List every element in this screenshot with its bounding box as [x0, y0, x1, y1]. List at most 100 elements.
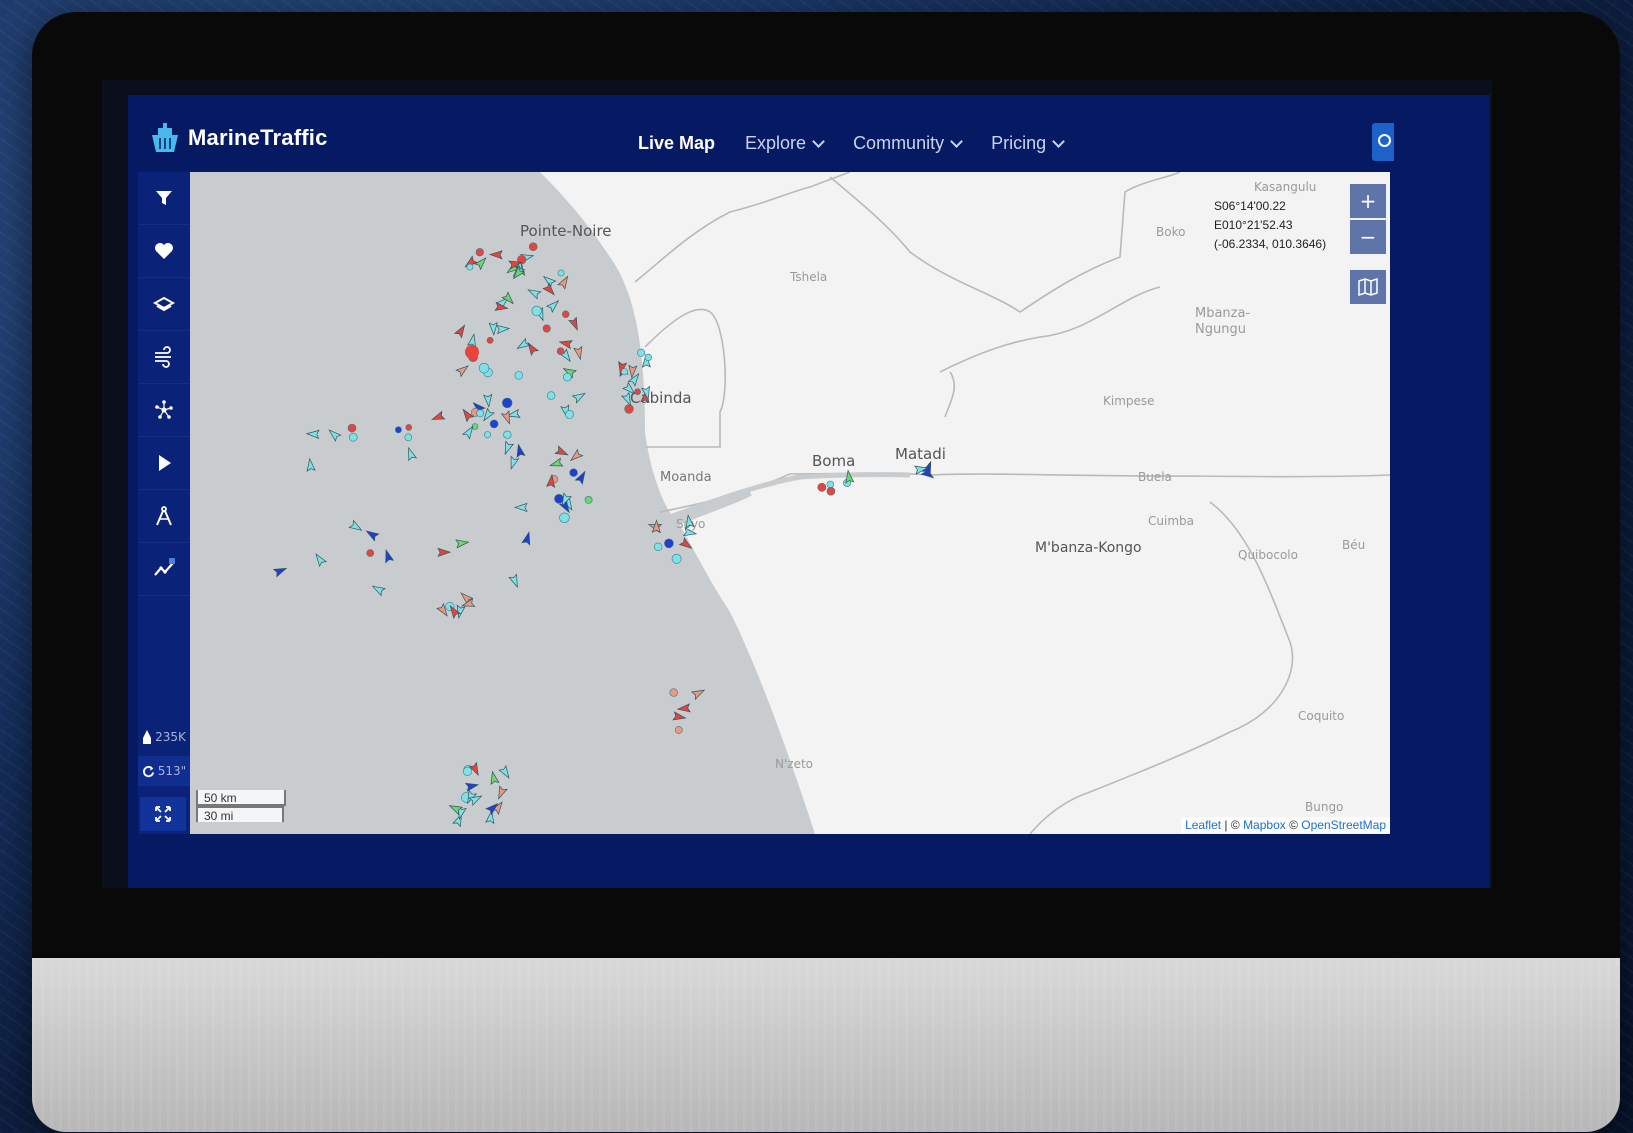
zoom-out-button[interactable]: − — [1350, 220, 1386, 254]
moving-vessel-marker[interactable] — [690, 687, 706, 700]
anchored-vessel-marker[interactable] — [557, 269, 565, 277]
moving-vessel-marker[interactable] — [382, 548, 395, 564]
analytics-button[interactable] — [138, 543, 190, 596]
density-button[interactable] — [138, 384, 190, 437]
anchored-vessel-marker[interactable] — [394, 426, 402, 434]
measure-button[interactable] — [138, 490, 190, 543]
anchored-vessel-marker[interactable] — [817, 482, 827, 492]
moving-vessel-marker[interactable] — [525, 341, 539, 356]
anchored-vessel-marker[interactable] — [653, 542, 663, 551]
anchored-vessel-marker[interactable] — [528, 242, 538, 251]
moving-vessel-marker[interactable] — [501, 440, 515, 456]
weather-button[interactable] — [138, 331, 190, 384]
refresh-timer[interactable]: 513" — [138, 756, 190, 786]
moving-vessel-marker[interactable] — [571, 390, 587, 404]
moving-vessel-marker[interactable] — [568, 448, 584, 464]
nav-explore[interactable]: Explore — [745, 133, 825, 154]
anchored-vessel-marker[interactable] — [637, 348, 646, 357]
favorites-button[interactable] — [138, 225, 190, 278]
anchored-vessel-marker[interactable] — [664, 538, 674, 549]
moving-vessel-marker[interactable] — [453, 323, 468, 339]
moving-vessel-marker[interactable] — [521, 531, 533, 546]
moving-vessel-marker[interactable] — [568, 316, 581, 331]
anchored-vessel-marker[interactable] — [462, 766, 473, 777]
mapbox-link[interactable]: Mapbox — [1243, 818, 1286, 832]
moving-vessel-marker[interactable] — [455, 538, 470, 549]
anchored-vessel-marker[interactable] — [554, 493, 564, 504]
anchored-vessel-marker[interactable] — [503, 430, 512, 439]
anchored-vessel-marker[interactable] — [514, 371, 523, 380]
moving-vessel-marker[interactable] — [371, 583, 386, 597]
anchored-vessel-marker[interactable] — [826, 480, 834, 489]
moving-vessel-marker[interactable] — [327, 427, 342, 442]
moving-vessel-marker[interactable] — [508, 573, 521, 589]
anchored-vessel-marker[interactable] — [475, 248, 484, 257]
anchored-vessel-marker[interactable] — [404, 433, 413, 442]
anchored-vessel-marker[interactable] — [620, 368, 628, 376]
moving-vessel-marker[interactable] — [496, 324, 511, 335]
logo[interactable]: MarineTraffic — [148, 121, 328, 155]
moving-vessel-marker[interactable] — [431, 410, 446, 423]
fullscreen-button[interactable] — [140, 797, 186, 831]
anchored-vessel-marker[interactable] — [348, 432, 358, 442]
moving-vessel-marker[interactable] — [489, 770, 500, 786]
anchored-vessel-marker[interactable] — [826, 486, 836, 496]
anchored-vessel-marker[interactable] — [466, 263, 474, 271]
openstreetmap-link[interactable]: OpenStreetMap — [1301, 818, 1386, 832]
anchored-vessel-marker[interactable] — [644, 353, 652, 361]
moving-vessel-marker[interactable] — [348, 519, 363, 534]
moving-vessel-marker[interactable] — [554, 445, 569, 458]
moving-vessel-marker[interactable] — [495, 785, 508, 800]
moving-vessel-marker[interactable] — [507, 455, 520, 471]
anchored-vessel-marker[interactable] — [562, 372, 572, 382]
anchored-vessel-marker[interactable] — [405, 424, 413, 431]
anchored-vessel-marker[interactable] — [565, 409, 574, 419]
moving-vessel-marker[interactable] — [678, 537, 694, 552]
moving-vessel-marker[interactable] — [515, 337, 531, 352]
moving-vessel-marker[interactable] — [466, 333, 478, 348]
moving-vessel-marker[interactable] — [682, 527, 698, 538]
anchored-vessel-marker[interactable] — [584, 495, 593, 504]
moving-vessel-marker[interactable] — [364, 528, 380, 542]
moving-vessel-marker[interactable] — [573, 345, 584, 361]
nav-community[interactable]: Community — [853, 133, 963, 154]
moving-vessel-marker[interactable] — [549, 457, 564, 469]
leaflet-link[interactable]: Leaflet — [1185, 818, 1221, 832]
nav-pricing[interactable]: Pricing — [991, 133, 1065, 154]
moving-vessel-marker[interactable] — [272, 565, 288, 578]
anchored-vessel-marker[interactable] — [669, 688, 678, 697]
zoom-in-button[interactable]: + — [1350, 184, 1386, 218]
anchored-vessel-marker[interactable] — [502, 397, 513, 409]
moving-vessel-marker[interactable] — [515, 443, 526, 458]
moving-vessel-marker[interactable] — [542, 282, 557, 297]
moving-vessel-marker[interactable] — [684, 514, 695, 529]
moving-vessel-marker[interactable] — [545, 298, 561, 313]
moving-vessel-marker[interactable] — [313, 552, 328, 568]
anchored-vessel-marker[interactable] — [531, 305, 542, 316]
moving-vessel-marker[interactable] — [672, 711, 687, 722]
moving-vessel-marker[interactable] — [437, 547, 452, 557]
anchored-vessel-marker[interactable] — [546, 391, 556, 400]
anchored-vessel-marker[interactable] — [347, 423, 357, 433]
anchored-vessel-marker[interactable] — [478, 362, 490, 374]
anchored-vessel-marker[interactable] — [562, 310, 570, 318]
moving-vessel-marker[interactable] — [558, 338, 573, 350]
anchored-vessel-marker[interactable] — [542, 324, 551, 333]
moving-vessel-marker[interactable] — [488, 321, 498, 336]
moving-vessel-marker[interactable] — [488, 250, 503, 260]
moving-vessel-marker[interactable] — [483, 393, 493, 408]
play-button[interactable] — [138, 437, 190, 490]
search-button[interactable] — [1372, 123, 1394, 161]
anchored-vessel-marker[interactable] — [624, 404, 634, 414]
anchored-vessel-marker[interactable] — [366, 549, 374, 557]
moving-vessel-marker[interactable] — [526, 286, 542, 300]
anchored-vessel-marker[interactable] — [569, 468, 578, 477]
anchored-vessel-marker[interactable] — [476, 409, 485, 418]
anchored-vessel-marker[interactable] — [465, 345, 479, 359]
moving-vessel-marker[interactable] — [500, 410, 513, 425]
anchored-vessel-marker[interactable] — [556, 347, 565, 355]
anchored-vessel-marker[interactable] — [559, 512, 570, 523]
moving-vessel-marker[interactable] — [557, 274, 571, 290]
moving-vessel-marker[interactable] — [513, 502, 528, 512]
map-layers-button[interactable] — [1350, 270, 1386, 304]
